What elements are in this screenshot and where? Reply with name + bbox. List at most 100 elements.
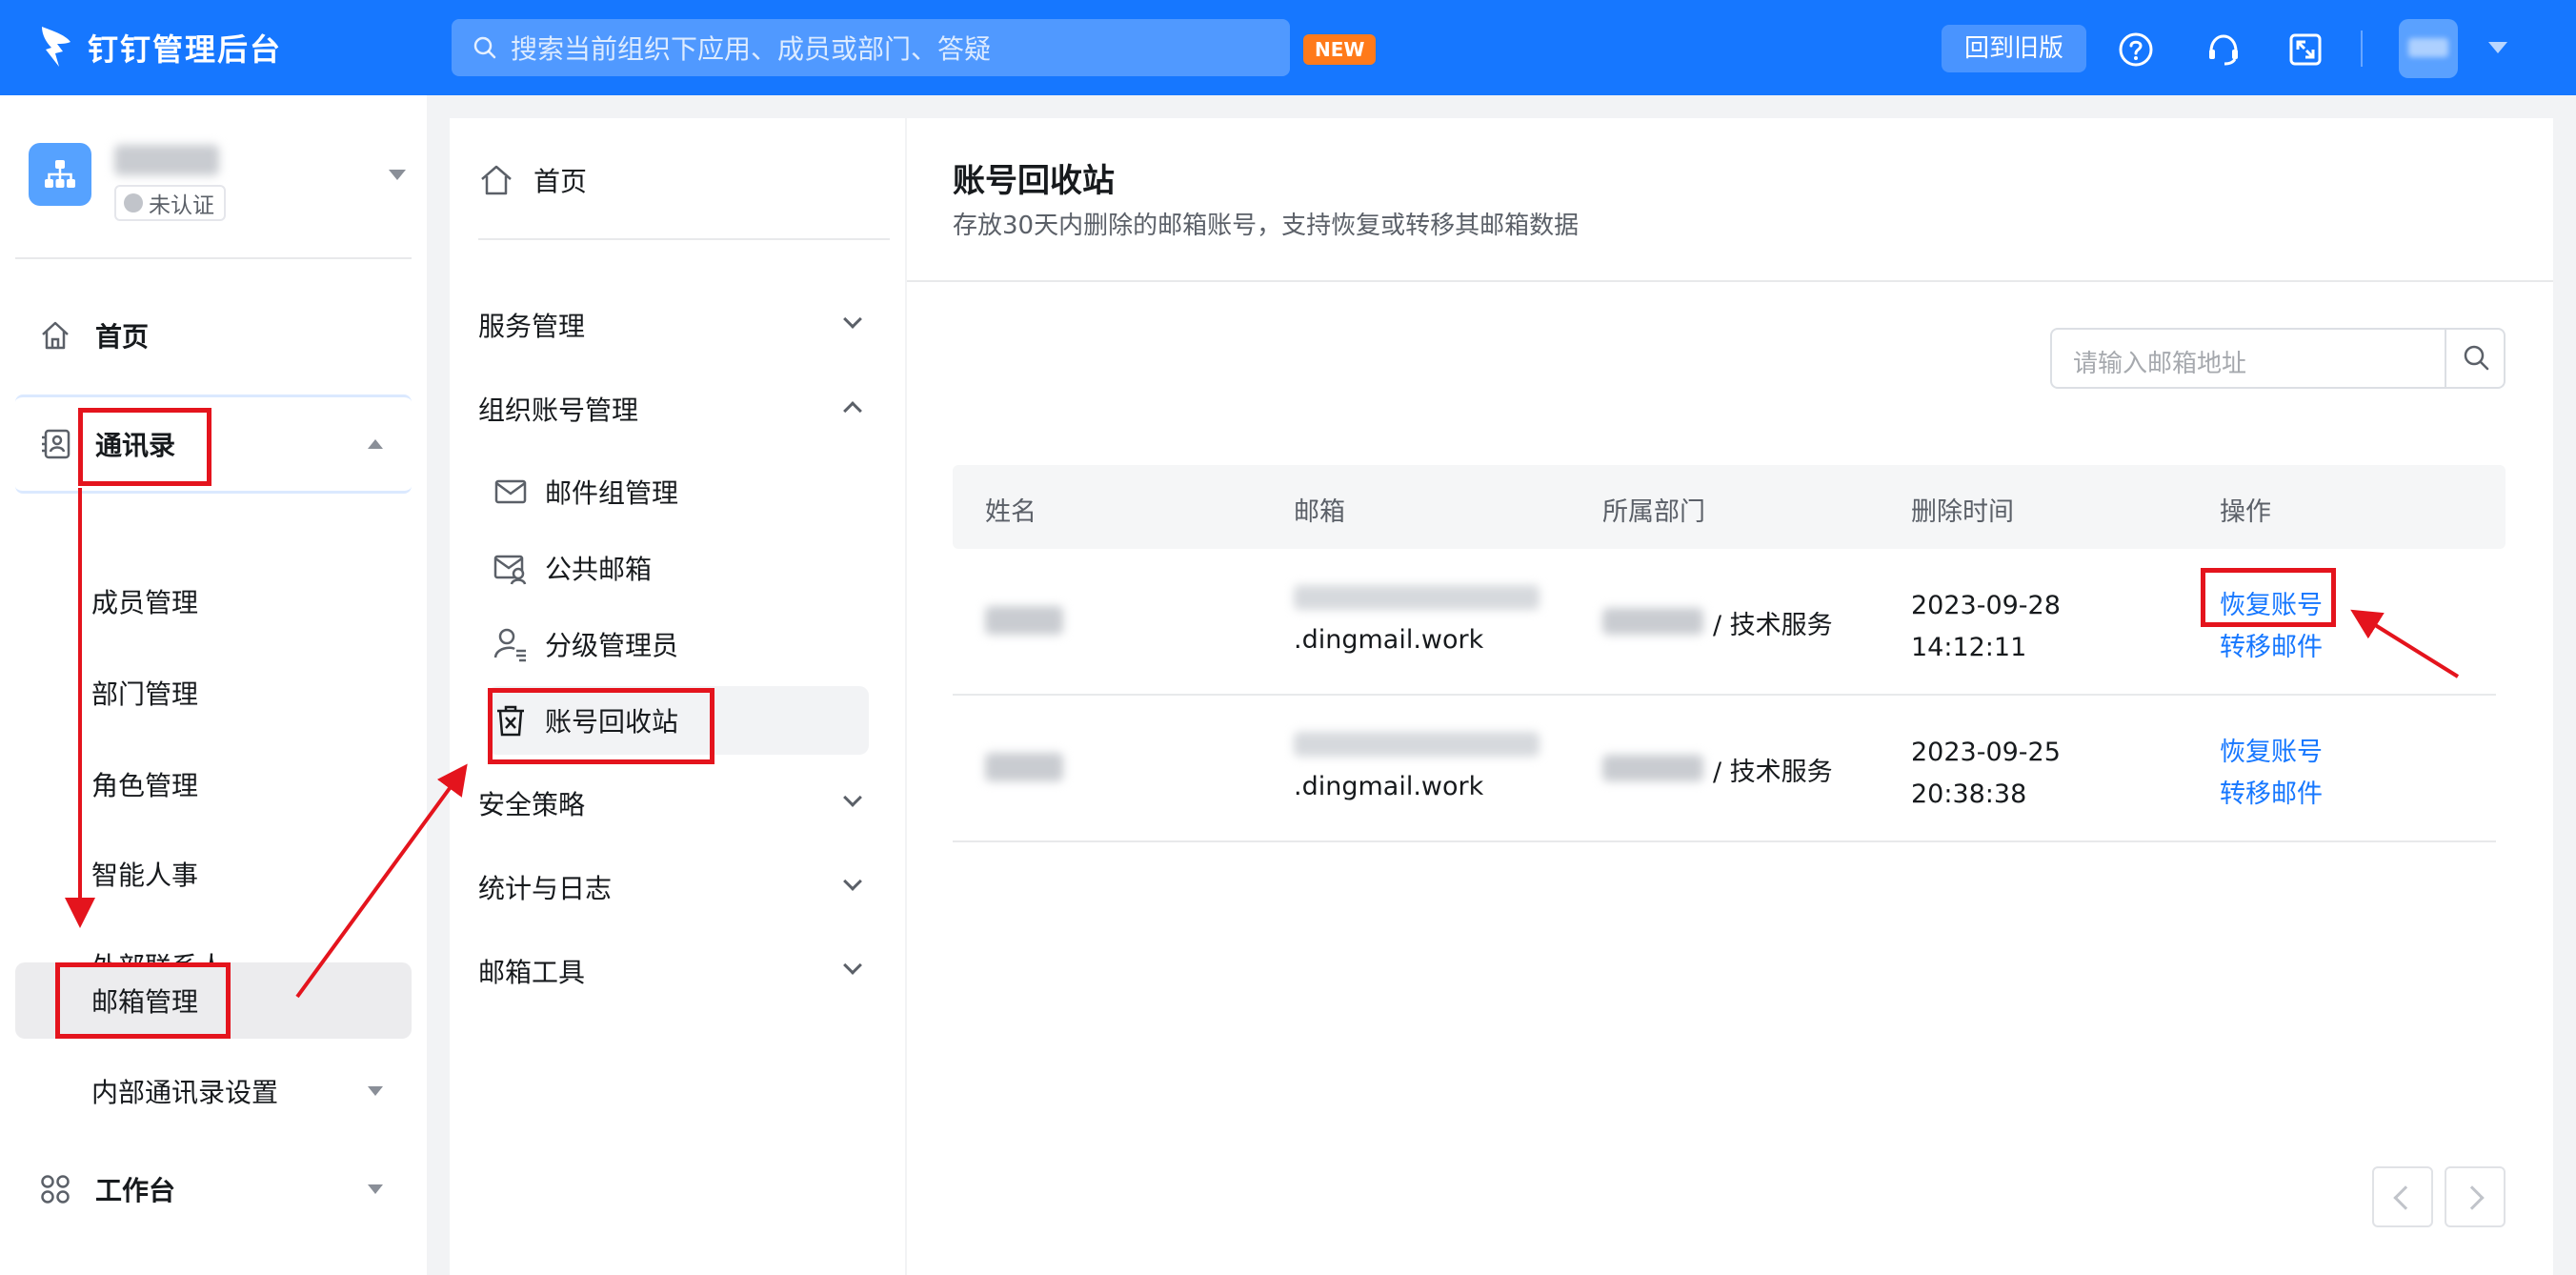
highlight-box-recycle-bin — [488, 688, 714, 764]
restore-account-link[interactable]: 恢复账号 — [2220, 732, 2323, 774]
highlight-box-mailbox-mgmt — [55, 962, 231, 1039]
email-domain: .dingmail.work — [1294, 772, 1484, 801]
menu-item-home[interactable]: 首页 — [478, 156, 587, 204]
menu-item-stats-logs[interactable]: 统计与日志 — [478, 854, 878, 921]
menu-divider — [478, 238, 890, 240]
menu-item-service-mgmt[interactable]: 服务管理 — [478, 292, 878, 358]
pagination-next-button[interactable] — [2445, 1166, 2506, 1227]
expand-caret-icon[interactable] — [368, 1086, 383, 1096]
sidebar-subitem-label: 智能人事 — [91, 860, 199, 891]
delete-clock: 14:12:11 — [1911, 633, 2027, 662]
menu-item-public-mailbox[interactable]: 公共邮箱 — [492, 534, 892, 602]
brand[interactable]: 钉钉管理后台 — [38, 23, 282, 72]
menu-item-label: 安全策略 — [478, 789, 586, 820]
global-search-placeholder: 搜索当前组织下应用、成员或部门、答疑 — [511, 33, 992, 65]
delete-time: 2023-09-28 14:12:11 — [1911, 585, 2061, 669]
sidebar-item-smart-hr[interactable]: 智能人事 — [15, 837, 412, 911]
org-logo-icon — [29, 143, 91, 206]
sidebar-item-internal-contacts-settings[interactable]: 内部通讯录设置 — [15, 1054, 412, 1128]
search-icon — [473, 36, 496, 59]
menu-item-home-label: 首页 — [533, 166, 588, 197]
blurred-user-name — [2408, 38, 2448, 57]
menu-item-label: 统计与日志 — [478, 873, 613, 904]
email-search-input[interactable]: 请输入邮箱地址 — [2050, 328, 2506, 389]
email-search-placeholder: 请输入邮箱地址 — [2073, 350, 2247, 378]
fullscreen-icon[interactable] — [2286, 30, 2324, 69]
column-header-email: 邮箱 — [1294, 497, 1345, 527]
home-icon — [481, 165, 512, 195]
chevron-left-icon — [2393, 1185, 2418, 1210]
sidebar-item-workbench-label: 工作台 — [95, 1175, 176, 1206]
pagination-prev-button[interactable] — [2372, 1166, 2433, 1227]
menu-subitem-label: 公共邮箱 — [545, 554, 653, 585]
search-icon — [2464, 345, 2489, 371]
sidebar-item-home[interactable]: 首页 — [15, 299, 412, 372]
sidebar-item-home-label: 首页 — [95, 321, 150, 353]
transfer-mail-link[interactable]: 转移邮件 — [2220, 627, 2323, 669]
sidebar-item-role-mgmt[interactable]: 角色管理 — [15, 747, 412, 821]
menu-item-mail-tools[interactable]: 邮箱工具 — [478, 938, 878, 1004]
global-search-input[interactable]: 搜索当前组织下应用、成员或部门、答疑 — [452, 19, 1290, 76]
home-icon — [42, 321, 69, 350]
customer-service-headset-icon[interactable] — [2204, 30, 2243, 69]
new-badge: NEW — [1303, 34, 1377, 65]
blurred-email-local-part — [1294, 732, 1540, 757]
chevron-down-icon — [843, 956, 862, 975]
certification-status-label: 未认证 — [149, 193, 214, 218]
brand-title: 钉钉管理后台 — [88, 31, 283, 68]
column-header-name: 姓名 — [985, 497, 1036, 527]
blurred-name — [985, 753, 1063, 781]
menu-item-label: 组织账号管理 — [478, 395, 639, 426]
sidebar-subitem-label: 部门管理 — [91, 678, 199, 710]
org-switcher-caret-icon[interactable] — [389, 170, 406, 180]
sidebar-item-workbench[interactable]: 工作台 — [15, 1153, 412, 1225]
sidebar-subitem-label: 内部通讯录设置 — [91, 1077, 279, 1108]
column-header-delete-time: 删除时间 — [1911, 497, 2014, 527]
delete-clock: 20:38:38 — [1911, 779, 2027, 809]
workbench-grid-icon — [41, 1175, 70, 1204]
chevron-down-icon — [843, 310, 862, 329]
chevron-down-icon — [843, 788, 862, 807]
help-icon[interactable] — [2117, 30, 2155, 69]
menu-item-mail-group-mgmt[interactable]: 邮件组管理 — [492, 457, 892, 526]
old-version-button[interactable]: 回到旧版 — [1942, 25, 2087, 72]
main-sidebar: 未认证 首页 通讯录 成员管理 部门管理 角色管理 智能人事 外部联系人 — [0, 95, 427, 1275]
menu-item-security-policy[interactable]: 安全策略 — [478, 770, 878, 837]
delete-date: 2023-09-25 — [1911, 738, 2061, 767]
page-subtitle: 存放30天内删除的邮箱账号，支持恢复或转移其邮箱数据 — [953, 212, 1580, 240]
email-domain: .dingmail.work — [1294, 625, 1484, 655]
user-menu-caret-icon[interactable] — [2488, 42, 2507, 53]
row-actions: 恢复账号 转移邮件 — [2220, 732, 2323, 816]
uncertified-icon — [124, 193, 143, 212]
blurred-name — [985, 606, 1063, 635]
highlight-box-restore-account — [2201, 568, 2336, 627]
org-switcher[interactable]: 未认证 — [29, 143, 410, 229]
menu-item-org-account-mgmt[interactable]: 组织账号管理 — [478, 375, 878, 442]
blurred-org-name — [1602, 755, 1703, 781]
sidebar-subitem-label: 成员管理 — [91, 587, 199, 618]
main-content: 账号回收站 存放30天内删除的邮箱账号，支持恢复或转移其邮箱数据 请输入邮箱地址… — [907, 118, 2553, 1275]
sidebar-item-dept-mgmt[interactable]: 部门管理 — [15, 656, 412, 730]
admin-user-icon — [493, 628, 526, 662]
column-header-department: 所属部门 — [1602, 497, 1705, 527]
collapse-caret-icon[interactable] — [368, 439, 383, 449]
menu-item-label: 邮箱工具 — [478, 957, 586, 988]
blurred-org-name — [1602, 608, 1703, 635]
expand-caret-icon[interactable] — [368, 1184, 383, 1194]
certification-status-badge: 未认证 — [114, 185, 226, 221]
sidebar-item-contacts[interactable]: 通讯录 — [15, 395, 412, 494]
menu-subitem-label: 分级管理员 — [545, 630, 679, 661]
contacts-icon — [42, 429, 70, 459]
page-header: 账号回收站 存放30天内删除的邮箱账号，支持恢复或转移其邮箱数据 — [907, 118, 2553, 282]
highlight-box-contacts — [78, 408, 211, 486]
sidebar-subitem-label: 角色管理 — [91, 770, 199, 801]
top-bar: 钉钉管理后台 搜索当前组织下应用、成员或部门、答疑 NEW 回到旧版 — [0, 0, 2576, 95]
dingtalk-logo-icon — [42, 27, 70, 67]
blurred-org-name — [114, 145, 219, 175]
menu-item-tiered-admin[interactable]: 分级管理员 — [492, 610, 892, 678]
sidebar-item-member-mgmt[interactable]: 成员管理 — [15, 564, 412, 638]
email-search-button[interactable] — [2445, 330, 2504, 387]
transfer-mail-link[interactable]: 转移邮件 — [2220, 774, 2323, 816]
user-avatar[interactable] — [2399, 19, 2458, 78]
menu-subitem-label: 邮件组管理 — [545, 477, 679, 509]
